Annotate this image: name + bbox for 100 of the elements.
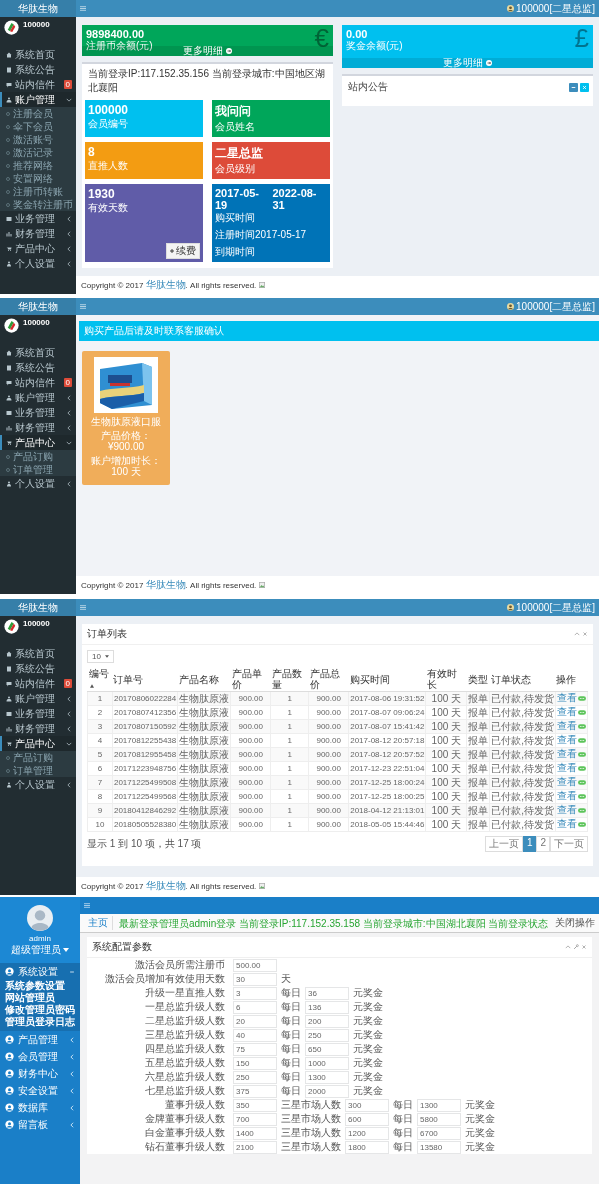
close-icon[interactable] bbox=[582, 631, 588, 637]
menu-item[interactable]: 站内信件 0 bbox=[0, 77, 76, 92]
menu-item[interactable]: 账户管理 bbox=[0, 691, 76, 706]
page-size-select[interactable]: 10 bbox=[87, 650, 114, 663]
input-field[interactable]: 250 bbox=[233, 1070, 277, 1084]
input-field[interactable]: 650 bbox=[305, 1042, 349, 1056]
more-icon[interactable] bbox=[577, 821, 586, 827]
menu-item[interactable]: 安全设置 bbox=[0, 1082, 80, 1099]
more-icon[interactable] bbox=[577, 751, 586, 757]
column-header[interactable]: 订单状态 bbox=[489, 667, 556, 692]
submenu-item[interactable]: 系统参数设置 bbox=[5, 980, 80, 992]
more-icon[interactable] bbox=[577, 723, 586, 729]
renew-button[interactable]: 续费 bbox=[166, 243, 200, 259]
more-icon[interactable] bbox=[577, 807, 586, 813]
column-header[interactable]: 订单号 bbox=[112, 667, 178, 692]
input-field[interactable]: 3 bbox=[233, 986, 277, 1000]
input-field[interactable]: 13580 bbox=[417, 1140, 461, 1154]
close-icon[interactable] bbox=[581, 944, 587, 950]
submenu-item[interactable]: 激活账号 bbox=[0, 133, 76, 146]
menu-item[interactable]: 业务管理 bbox=[0, 405, 76, 420]
page-button[interactable]: 2 bbox=[536, 836, 550, 852]
input-field[interactable]: 300 bbox=[345, 1098, 389, 1112]
input-field[interactable]: 1000 bbox=[305, 1056, 349, 1070]
input-field[interactable]: 1300 bbox=[305, 1070, 349, 1084]
collapse-icon[interactable] bbox=[574, 631, 580, 637]
column-header[interactable]: 产品总价 bbox=[308, 667, 349, 692]
menu-item[interactable]: 产品中心 bbox=[0, 241, 76, 256]
input-field[interactable]: 6 bbox=[233, 1000, 277, 1014]
column-header[interactable]: 产品名称 bbox=[177, 667, 231, 692]
menu-item[interactable]: 系统公告 bbox=[0, 62, 76, 77]
submenu-item[interactable]: 安置网络 bbox=[0, 172, 76, 185]
menu-item[interactable]: 系统首页 bbox=[0, 345, 76, 360]
menu-item[interactable]: 站内信件 0 bbox=[0, 375, 76, 390]
input-field[interactable]: 1300 bbox=[417, 1098, 461, 1112]
column-header[interactable]: 类型 bbox=[466, 667, 490, 692]
column-header[interactable]: 有效时长 bbox=[426, 667, 467, 692]
submenu-item[interactable]: 产品订购 bbox=[0, 751, 76, 764]
menu-item[interactable]: 账户管理 bbox=[0, 390, 76, 405]
more-icon[interactable] bbox=[577, 765, 586, 771]
more-icon[interactable] bbox=[577, 737, 586, 743]
menu-item[interactable]: 个人设置 bbox=[0, 476, 76, 491]
user-menu[interactable]: 100000[二星总监] bbox=[516, 299, 595, 314]
more-icon[interactable] bbox=[577, 779, 586, 785]
menu-item[interactable]: 系统设置 bbox=[0, 963, 80, 980]
submenu-item[interactable]: 注册币转账 bbox=[0, 185, 76, 198]
menu-item[interactable]: 财务中心 bbox=[0, 1065, 80, 1082]
menu-item[interactable]: 系统首页 bbox=[0, 47, 76, 62]
input-field[interactable]: 136 bbox=[305, 1000, 349, 1014]
input-field[interactable]: 40 bbox=[233, 1028, 277, 1042]
menu-item[interactable]: 产品管理 bbox=[0, 1031, 80, 1048]
input-field[interactable]: 30 bbox=[233, 972, 277, 986]
menu-item[interactable]: 系统首页 bbox=[0, 646, 76, 661]
column-header[interactable]: 编号 bbox=[87, 667, 113, 692]
input-field[interactable]: 1800 bbox=[345, 1140, 389, 1154]
submenu-item[interactable]: 修改管理员密码 bbox=[5, 1004, 80, 1016]
submenu-item[interactable]: 奖金转注册币 bbox=[0, 198, 76, 211]
submenu-item[interactable]: 注册会员 bbox=[0, 107, 76, 120]
input-field[interactable]: 250 bbox=[305, 1028, 349, 1042]
menu-item[interactable]: 产品中心 bbox=[0, 736, 76, 751]
submenu-item[interactable]: 激活记录 bbox=[0, 146, 76, 159]
page-button[interactable]: 下一页 bbox=[550, 836, 588, 852]
menu-item[interactable]: 业务管理 bbox=[0, 211, 76, 226]
close-button[interactable] bbox=[580, 82, 589, 92]
input-field[interactable]: 75 bbox=[233, 1042, 277, 1056]
input-field[interactable]: 5800 bbox=[417, 1112, 461, 1126]
column-header[interactable]: 操作 bbox=[555, 667, 588, 692]
submenu-item[interactable]: 网站管理员 bbox=[5, 992, 80, 1004]
submenu-item[interactable]: 订单管理 bbox=[0, 463, 76, 476]
column-header[interactable]: 产品数量 bbox=[270, 667, 309, 692]
more-icon[interactable] bbox=[577, 709, 586, 715]
menu-item[interactable]: 留言板 bbox=[0, 1116, 80, 1133]
input-field[interactable]: 6700 bbox=[417, 1126, 461, 1140]
input-field[interactable]: 375 bbox=[233, 1084, 277, 1098]
input-field[interactable]: 150 bbox=[233, 1056, 277, 1070]
input-field[interactable]: 700 bbox=[233, 1112, 277, 1126]
minimize-button[interactable] bbox=[569, 82, 578, 92]
input-field[interactable]: 1200 bbox=[345, 1126, 389, 1140]
submenu-item[interactable]: 订单管理 bbox=[0, 764, 76, 777]
input-field[interactable]: 2100 bbox=[233, 1140, 277, 1154]
input-field[interactable]: 350 bbox=[233, 1098, 277, 1112]
role-menu[interactable]: 超级管理员 bbox=[10, 943, 70, 957]
submenu-item[interactable]: 伞下会员 bbox=[0, 120, 76, 133]
menu-item[interactable]: 数据库 bbox=[0, 1099, 80, 1116]
wrench-icon[interactable] bbox=[573, 944, 579, 950]
input-field[interactable]: 20 bbox=[233, 1014, 277, 1028]
input-field[interactable]: 2000 bbox=[305, 1084, 349, 1098]
menu-item[interactable]: 业务管理 bbox=[0, 706, 76, 721]
menu-item[interactable]: 财务管理 bbox=[0, 420, 76, 435]
submenu-item[interactable]: 产品订购 bbox=[0, 450, 76, 463]
menu-item[interactable]: 产品中心 bbox=[0, 435, 76, 450]
menu-item[interactable]: 个人设置 bbox=[0, 777, 76, 792]
tab-action[interactable]: 关闭操作 bbox=[555, 916, 595, 930]
input-field[interactable]: 200 bbox=[305, 1014, 349, 1028]
menu-item[interactable]: 账户管理 bbox=[0, 92, 76, 107]
user-menu[interactable]: 100000[二星总监] bbox=[516, 600, 595, 615]
collapse-icon[interactable] bbox=[565, 944, 571, 950]
menu-item[interactable]: 系统公告 bbox=[0, 661, 76, 676]
more-icon[interactable] bbox=[577, 695, 586, 701]
page-button[interactable]: 上一页 bbox=[484, 836, 523, 852]
more-icon[interactable] bbox=[577, 793, 586, 799]
